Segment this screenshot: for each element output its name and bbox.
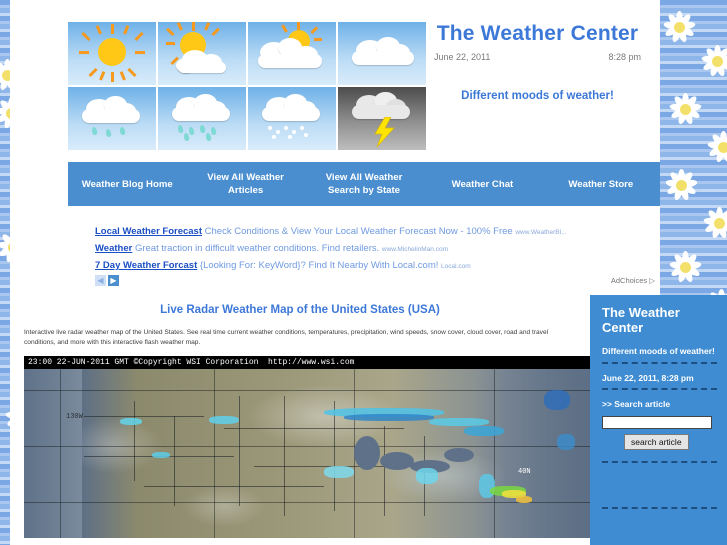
daisy-flower-icon	[664, 168, 698, 202]
sidebar-search-label: >> Search article	[602, 399, 671, 409]
ad-url: Local.com	[441, 263, 471, 270]
radar-map-image: 130W 40N	[24, 356, 594, 538]
header-time: 8:28 pm	[608, 52, 641, 62]
ad-prev-arrow-icon[interactable]: ◀	[95, 275, 106, 286]
sidebar-divider	[602, 507, 717, 509]
radar-label-longitude: 130W	[66, 413, 83, 421]
ad-description: Check Conditions & View Your Local Weath…	[204, 226, 513, 237]
daisy-flower-icon	[668, 250, 702, 284]
page-container: The Weather Center June 22, 2011 8:28 pm…	[10, 0, 660, 545]
nav-item-weather-blog-home[interactable]: Weather Blog Home	[68, 178, 186, 191]
header-title-block: The Weather Center June 22, 2011 8:28 pm…	[420, 22, 655, 102]
nav-item-view-all-weather-search-by-state[interactable]: View All Weather Search by State	[305, 171, 423, 197]
cloudy-icon	[338, 22, 426, 85]
search-input[interactable]	[602, 416, 712, 429]
daisy-flower-icon	[706, 130, 727, 164]
ad-next-arrow-icon[interactable]: ▶	[108, 275, 119, 286]
page-title: The Weather Center	[436, 22, 639, 45]
ad-url: www.MichelinMan.com	[381, 246, 449, 253]
sidebar-divider	[602, 388, 717, 390]
ad-row: Weather Great traction in difficult weat…	[95, 241, 575, 258]
ad-title-link[interactable]: Local Weather Forecast	[95, 226, 202, 237]
partly-sunny-icon	[158, 22, 246, 85]
ad-title-link[interactable]: Weather	[95, 243, 132, 254]
sidebar-title: The Weather Center	[602, 305, 680, 335]
search-article-button[interactable]: search article	[624, 434, 689, 450]
radar-label-latitude: 40N	[518, 468, 531, 476]
ad-title-link[interactable]: 7 Day Weather Forcast	[95, 260, 197, 271]
pacific-ocean-area	[24, 356, 82, 538]
content-title: Live Radar Weather Map of the United Sta…	[160, 304, 440, 316]
ad-url: www.WeatherBl...	[515, 229, 567, 236]
daisy-flower-icon	[668, 92, 702, 126]
thunderstorm-icon	[338, 87, 426, 150]
sidebar-divider	[602, 461, 717, 463]
snow-icon	[248, 87, 336, 150]
adchoices-link[interactable]: AdChoices ▷	[611, 276, 655, 285]
daisy-flower-icon	[702, 206, 727, 240]
ad-description: {Looking For: KeyWord}? Find It Nearby W…	[199, 260, 439, 271]
main-navigation: Weather Blog Home View All Weather Artic…	[68, 162, 660, 206]
daisy-flower-icon	[662, 10, 696, 44]
nav-item-weather-chat[interactable]: Weather Chat	[423, 178, 541, 191]
radar-copyright-bar: 23:00 22-JUN-2011 GMT ©Copyright WSI Cor…	[24, 356, 594, 369]
lightning-bolt-icon	[374, 117, 395, 147]
daisy-flower-icon	[700, 44, 727, 78]
weather-icon-grid	[68, 22, 426, 150]
ad-pagination: ◀ ▶	[95, 275, 119, 286]
main-content: Live Radar Weather Map of the United Sta…	[10, 292, 594, 538]
right-sidebar: The Weather Center Different moods of we…	[590, 295, 727, 545]
light-rain-icon	[68, 87, 156, 150]
nav-item-view-all-weather-articles[interactable]: View All Weather Articles	[186, 171, 304, 197]
atlantic-ocean-area	[474, 356, 594, 538]
rain-icon	[158, 87, 246, 150]
header-tagline: Different moods of weather!	[461, 90, 614, 102]
radar-map-widget[interactable]: 23:00 22-JUN-2011 GMT ©Copyright WSI Cor…	[24, 356, 594, 538]
ad-block: Local Weather Forecast Check Conditions …	[10, 210, 660, 275]
sidebar-tagline: Different moods of weather!	[602, 346, 715, 356]
ad-row: 7 Day Weather Forcast {Looking For: KeyW…	[95, 258, 575, 275]
ad-description: Great traction in difficult weather cond…	[134, 243, 380, 254]
ad-row: Local Weather Forecast Check Conditions …	[95, 224, 575, 241]
site-header: The Weather Center June 22, 2011 8:28 pm…	[10, 0, 660, 160]
sidebar-datetime: June 22, 2011, 8:28 pm	[602, 373, 694, 383]
mostly-cloudy-icon	[248, 22, 336, 85]
header-date: June 22, 2011	[434, 52, 491, 62]
content-description: Interactive live radar weather map of th…	[24, 329, 549, 346]
ad-footer: ◀ ▶ AdChoices ▷	[95, 275, 655, 286]
sunny-icon	[68, 22, 156, 85]
sidebar-divider	[602, 362, 717, 364]
nav-item-weather-store[interactable]: Weather Store	[542, 178, 660, 191]
header-datetime: June 22, 2011 8:28 pm	[420, 52, 655, 62]
